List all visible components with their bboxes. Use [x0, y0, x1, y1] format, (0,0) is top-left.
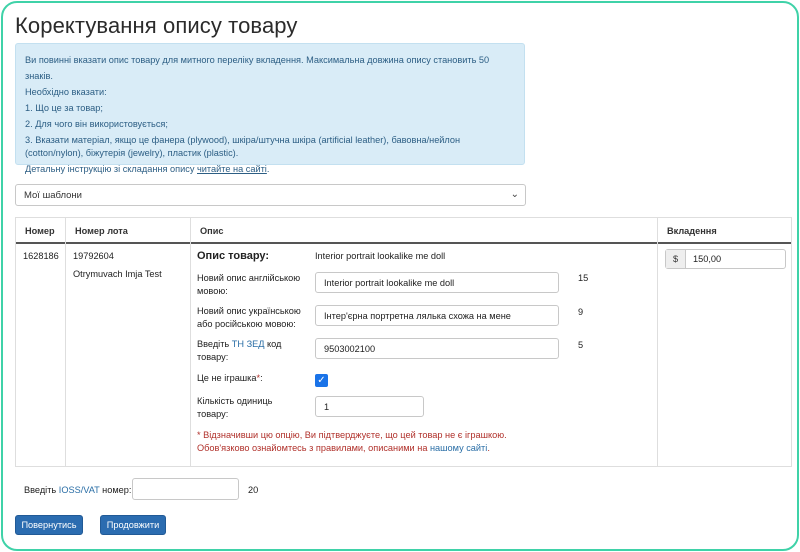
- not-toy-warning: * Відзначивши цю опцію, Ви підтверджуєте…: [197, 430, 507, 440]
- info-text: Ви повинні вказати опис товару для митно…: [25, 55, 490, 81]
- templates-select-value: Мої шаблони: [24, 190, 82, 201]
- lot-number: 19792604: [73, 251, 114, 261]
- column-header-description: Опис: [190, 217, 657, 243]
- info-text: 1. Що це за товар;: [25, 103, 103, 113]
- hs-code-label: Введіть ТН ЗЕД код товару:: [197, 339, 282, 362]
- continue-button[interactable]: Продовжити: [100, 515, 166, 535]
- column-divider: [15, 217, 16, 467]
- ukrainian-description-label: Новий опис українською або російською мо…: [197, 306, 301, 329]
- hs-code-link[interactable]: ТН ЗЕД: [232, 339, 265, 349]
- hs-code-input[interactable]: 9503002100: [315, 338, 559, 359]
- checkmark-icon: ✓: [317, 375, 326, 386]
- info-text: 2. Для чого він використовується;: [25, 119, 168, 129]
- column-header-lot: Номер лота: [65, 217, 190, 243]
- column-divider: [190, 217, 191, 467]
- column-divider: [65, 217, 66, 467]
- page-frame: Коректування опису товару Ви повинні вка…: [1, 1, 799, 551]
- items-table: Номер Номер лота Опис Вкладення 1628186 …: [15, 217, 792, 467]
- instruction-link[interactable]: читайте на сайті: [197, 164, 267, 174]
- currency-addon: $: [666, 250, 686, 268]
- info-text: Необхідно вказати:: [25, 87, 107, 97]
- quantity-label: Кількість одиниць товару:: [197, 396, 273, 419]
- ukrainian-description-counter: 9: [578, 307, 584, 317]
- ioss-input[interactable]: [132, 478, 239, 500]
- info-instruction: Детальну інструкцію зі складання опису ч…: [25, 164, 270, 174]
- table-bottom-border: [15, 466, 792, 467]
- chevron-down-icon: ⌄: [510, 189, 519, 200]
- hs-code-counter: 5: [578, 340, 584, 350]
- column-divider: [657, 217, 658, 467]
- english-description-label: Новий опис англійською мовою:: [197, 273, 301, 296]
- ioss-link[interactable]: IOSS/VAT: [59, 485, 100, 495]
- column-header-attachment: Вкладення: [657, 217, 792, 243]
- page-title: Коректування опису товару: [15, 13, 298, 38]
- ioss-counter: 20: [248, 485, 259, 495]
- rules-link[interactable]: нашому сайті: [430, 443, 487, 453]
- current-description: Interior portrait lookalike me doll: [315, 251, 446, 261]
- ioss-label: Введіть IOSS/VAT номер:: [24, 485, 132, 495]
- header-divider: [15, 242, 792, 244]
- recipient-name: Otrymuvach Imja Test: [73, 269, 162, 279]
- column-header-number: Номер: [15, 217, 65, 243]
- english-description-counter: 15: [578, 273, 589, 283]
- templates-select[interactable]: Мої шаблони ⌄: [15, 184, 526, 206]
- english-description-input[interactable]: Interior portrait lookalike me doll: [315, 272, 559, 293]
- info-panel: Ви повинні вказати опис товару для митно…: [15, 43, 525, 174]
- attachment-amount: 150,00: [693, 254, 722, 264]
- not-toy-label: Це не іграшка*:: [197, 373, 263, 383]
- attachment-value-field[interactable]: $ 150,00: [665, 249, 786, 269]
- info-text: 3. Вказати матеріал, якщо це фанера (ply…: [25, 135, 461, 158]
- quantity-input[interactable]: 1: [315, 396, 424, 417]
- not-toy-checkbox[interactable]: ✓: [315, 374, 328, 387]
- column-divider: [791, 217, 792, 467]
- back-button[interactable]: Повернутись: [15, 515, 83, 535]
- rules-notice: Обов'язково ознайомтесь з правилами, опи…: [197, 443, 490, 453]
- description-heading: Опис товару:: [197, 250, 270, 262]
- ukrainian-description-input[interactable]: Інтер'єрна портретна лялька схожа на мен…: [315, 305, 559, 326]
- item-number: 1628186: [23, 251, 59, 261]
